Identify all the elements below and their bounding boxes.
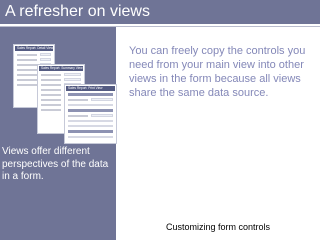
thumbnail-header: Sales Report: Summary View xyxy=(39,66,83,71)
thumbnail-header: Sales Report: Print View xyxy=(66,86,115,91)
print-view-thumbnail: Sales Report: Print View xyxy=(64,84,117,144)
explanation-text: You can freely copy the controls you nee… xyxy=(129,45,306,99)
slide-title: A refresher on views xyxy=(5,3,150,20)
title-bar: A refresher on views xyxy=(0,0,320,24)
thumbnail-header: Sales Report: Detail View xyxy=(15,46,53,51)
caption-text: Views offer different perspectives of th… xyxy=(2,146,109,183)
footer-text: Customizing form controls xyxy=(165,222,271,232)
